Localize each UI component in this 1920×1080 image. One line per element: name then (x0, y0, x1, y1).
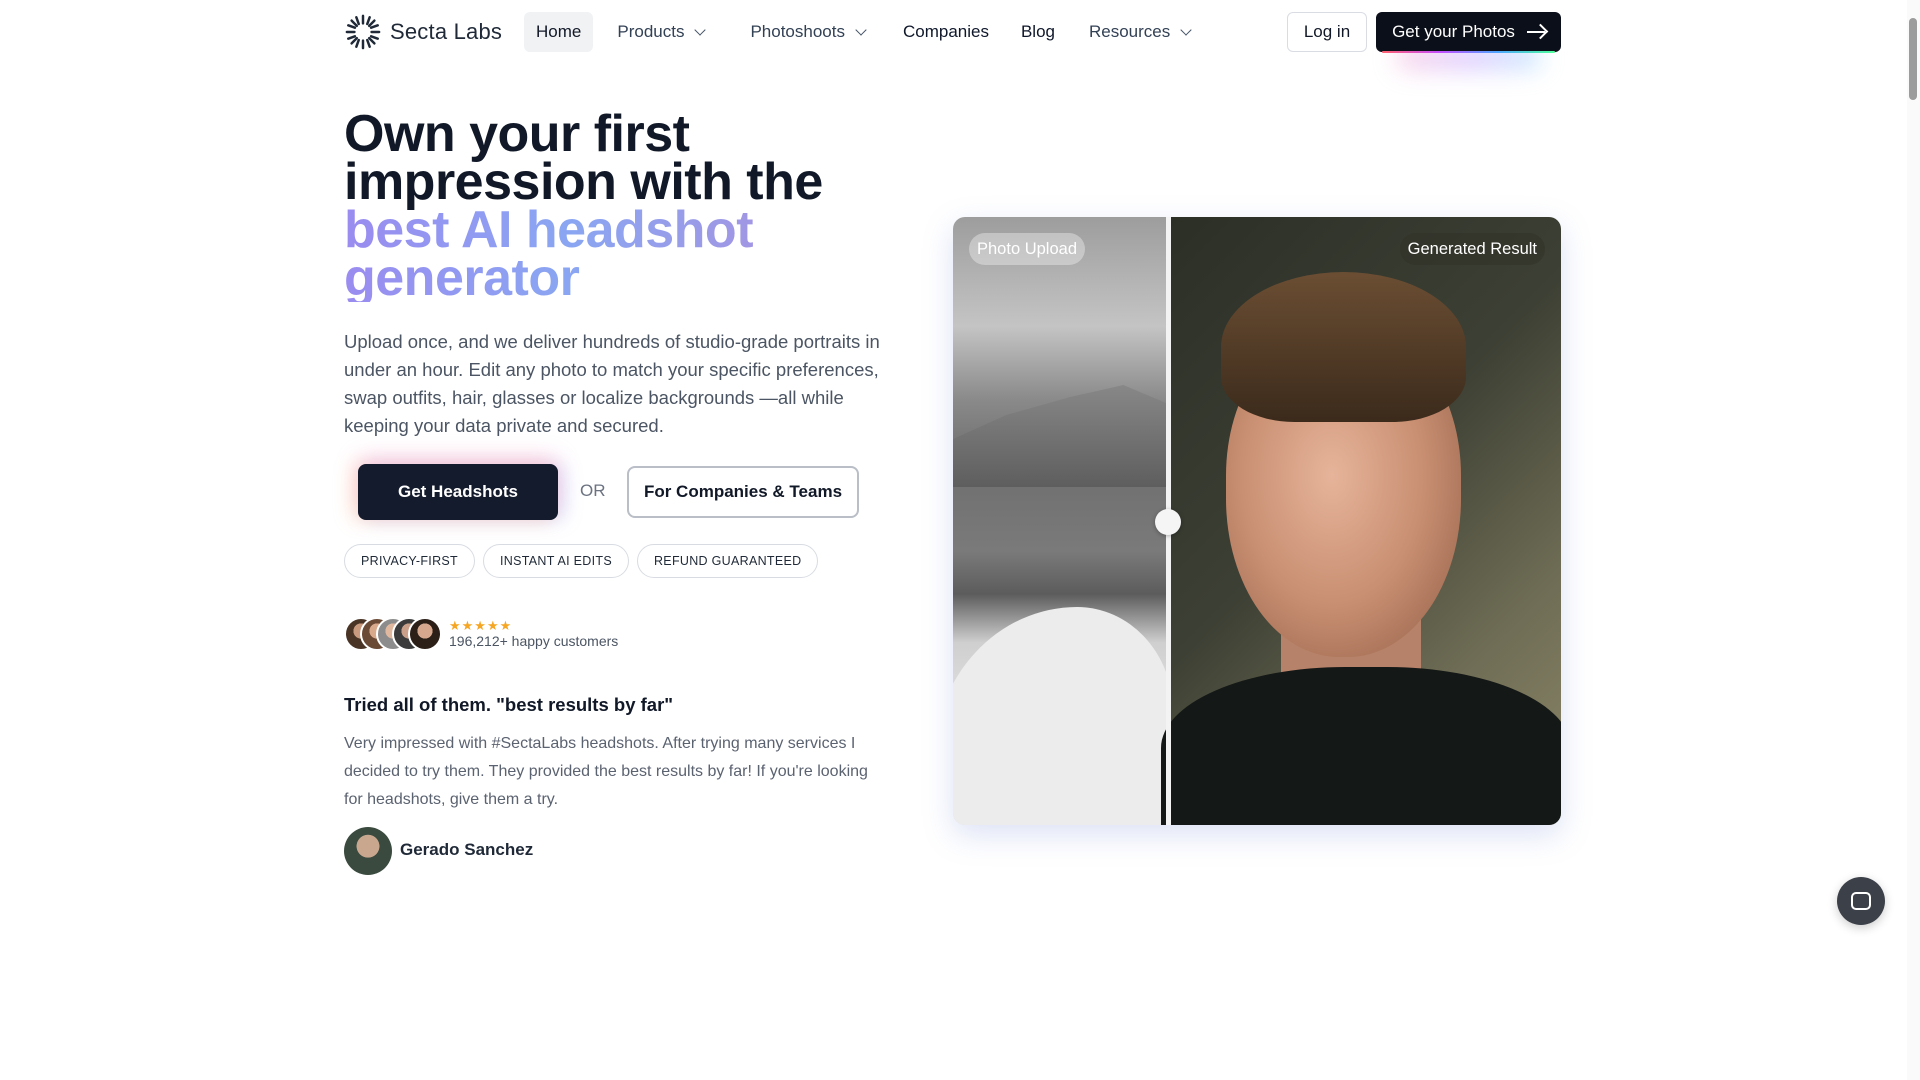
scrollbar-thumb[interactable] (1909, 18, 1917, 100)
testimonial-title: Tried all of them. "best results by far" (344, 694, 674, 715)
rating-stars: ★★★★★ (449, 618, 513, 633)
or-separator: OR (580, 481, 606, 500)
nav-item-label: Photoshoots (750, 22, 845, 41)
companies-teams-button[interactable]: For Companies & Teams (627, 466, 859, 518)
hero-title: Own your first impression with the best … (344, 105, 904, 304)
upload-shirt (953, 607, 1173, 825)
get-headshots-button[interactable]: Get Headshots (358, 464, 558, 520)
photo-upload-tag: Photo Upload (969, 233, 1085, 265)
nav-item-companies[interactable]: Companies (891, 12, 1001, 52)
login-button[interactable]: Log in (1287, 12, 1367, 52)
hero-title-line: impression with the (344, 153, 823, 211)
upload-photo-image (953, 217, 1173, 825)
before-after-comparison[interactable]: Photo Upload Generated Result (953, 217, 1561, 825)
portrait-sweater (1161, 667, 1561, 825)
get-photos-button[interactable]: Get your Photos (1376, 12, 1561, 53)
nav-item-home[interactable]: Home (524, 12, 594, 52)
testimonial-author: Gerado Sanchez (400, 840, 534, 859)
nav-links: Home Products Photoshoots Companies Blog… (524, 12, 1202, 52)
top-navigation: Secta Labs Home Products Photoshoots Com… (0, 0, 1920, 70)
comparison-slider-handle[interactable] (1155, 509, 1181, 535)
page-scrollbar[interactable] (1907, 0, 1920, 1080)
chevron-down-icon (855, 23, 867, 36)
feature-pill: PRIVACY-FIRST (344, 544, 475, 578)
feature-pill: INSTANT AI EDITS (482, 544, 629, 578)
landscape-hills (953, 385, 1166, 487)
chevron-down-icon (1180, 23, 1192, 36)
customer-count: 196,212+ happy customers (449, 633, 619, 649)
nav-item-blog[interactable]: Blog (1009, 12, 1067, 52)
nav-item-label: Blog (1020, 22, 1055, 41)
generated-result-tag: Generated Result (1399, 233, 1545, 265)
hero-description: Upload once, and we deliver hundreds of … (344, 331, 880, 436)
hero-title-line: Own your first (344, 105, 690, 163)
chat-support-button[interactable] (1837, 877, 1885, 925)
customer-avatars (344, 617, 442, 651)
nav-item-label: Products (617, 22, 685, 41)
chat-icon (1851, 892, 1871, 910)
brand-name: Secta Labs (390, 19, 503, 44)
author-avatar (344, 827, 392, 875)
testimonial-body: Very impressed with #SectaLabs headshots… (344, 735, 868, 808)
nav-item-label: Home (536, 22, 582, 41)
brand-logo[interactable]: Secta Labs (344, 13, 502, 51)
nav-item-label: Companies (902, 22, 989, 41)
feature-pills: PRIVACY-FIRST INSTANT AI EDITS REFUND GU… (344, 544, 819, 578)
get-photos-label: Get your Photos (1392, 22, 1515, 41)
nav-item-photoshoots[interactable]: Photoshoots (738, 12, 877, 52)
chevron-down-icon (694, 23, 707, 36)
hero-title-highlight: best AI headshot (344, 204, 904, 256)
avatar (408, 617, 442, 651)
feature-pill: REFUND GUARANTEED (636, 544, 819, 578)
portrait-hair (1221, 272, 1466, 422)
arrow-right-icon (1526, 31, 1545, 33)
nav-item-products[interactable]: Products (605, 12, 716, 52)
nav-item-label: Resources (1089, 22, 1171, 41)
nav-item-resources[interactable]: Resources (1077, 12, 1202, 52)
sunburst-logo-icon (345, 14, 381, 50)
generated-headshot-image (1161, 217, 1561, 825)
hero-title-highlight: generator (344, 252, 904, 304)
